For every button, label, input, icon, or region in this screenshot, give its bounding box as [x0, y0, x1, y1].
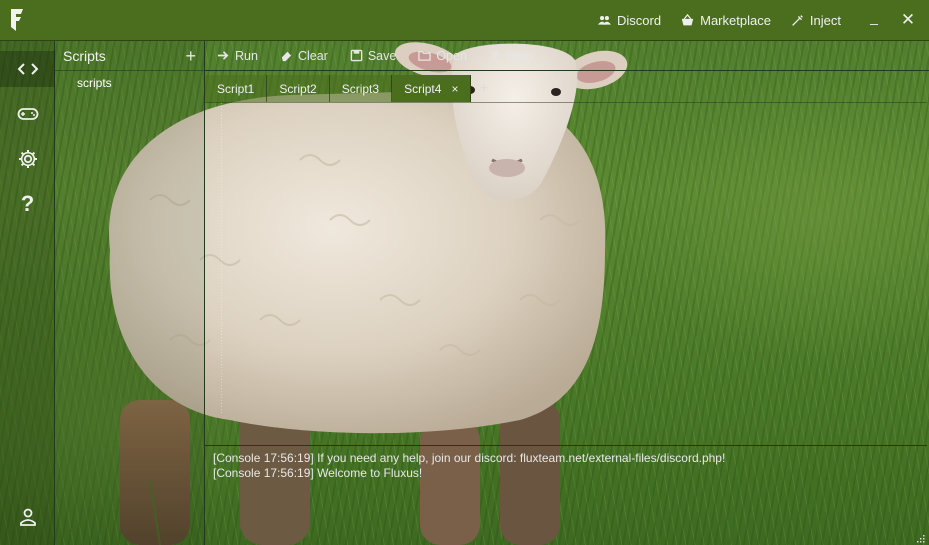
- console-output: [Console 17:56:19] If you need any help,…: [205, 445, 927, 545]
- arrow-right-icon: [217, 51, 229, 60]
- close-tab-icon[interactable]: ×: [451, 82, 458, 96]
- script-tabs: Script1 Script2 Script3 Script4 × +: [205, 75, 497, 102]
- rail-help-button[interactable]: ?: [0, 186, 55, 222]
- title-actions: Discord Marketplace Inject _ ✕: [598, 0, 929, 41]
- floppy-icon: [350, 49, 363, 62]
- rail-game-button[interactable]: [0, 96, 55, 132]
- discord-button[interactable]: Discord: [598, 13, 661, 28]
- question-icon: ?: [20, 191, 35, 216]
- svg-text:?: ?: [493, 51, 498, 62]
- help-icon: ?: [489, 49, 501, 62]
- marketplace-label: Marketplace: [700, 12, 771, 28]
- scripts-folder-item[interactable]: scripts: [55, 71, 204, 90]
- close-button[interactable]: ✕: [895, 7, 921, 33]
- scripts-panel: Scripts + scripts: [55, 41, 205, 545]
- tab-label: Script1: [217, 81, 255, 96]
- open-button[interactable]: Open: [418, 49, 467, 63]
- tab-label: Script3: [341, 81, 380, 96]
- rail-settings-button[interactable]: [0, 141, 55, 177]
- gamepad-icon: [17, 108, 38, 120]
- folder-icon: [418, 51, 432, 61]
- basket-icon: [681, 13, 694, 25]
- close-icon: ✕: [900, 10, 916, 29]
- people-icon: [598, 15, 612, 25]
- code-editor[interactable]: [205, 102, 927, 445]
- syringe-icon: [792, 14, 803, 26]
- fluxus-logo-icon: [2, 0, 32, 41]
- inject-button[interactable]: Inject: [791, 13, 841, 28]
- help-label: Help: [506, 48, 533, 63]
- clear-label: Clear: [297, 48, 328, 63]
- user-icon: [19, 508, 36, 526]
- editor-gutter: [221, 103, 222, 415]
- inject-label: Inject: [809, 12, 841, 28]
- gear-icon: [18, 150, 37, 168]
- tab-label: Script2: [279, 81, 317, 96]
- tab-script4[interactable]: Script4 ×: [392, 75, 472, 102]
- help-button[interactable]: ? Help: [489, 49, 533, 63]
- tab-script2[interactable]: Script2: [267, 75, 330, 102]
- marketplace-button[interactable]: Marketplace: [681, 13, 771, 28]
- rail-editor-button[interactable]: [0, 51, 55, 87]
- code-icon: [17, 63, 38, 75]
- tab-script3[interactable]: Script3: [329, 75, 393, 102]
- editor-toolbar: Run Clear Save Open ? Help: [205, 41, 929, 71]
- tab-script1[interactable]: Script1: [205, 75, 268, 102]
- run-button[interactable]: Run: [217, 49, 258, 63]
- eraser-icon: [281, 51, 292, 62]
- rail-account-button[interactable]: [0, 499, 55, 535]
- title-bar: Discord Marketplace Inject _ ✕: [0, 0, 929, 41]
- scripts-title: Scripts: [63, 47, 106, 64]
- run-label: Run: [235, 48, 258, 63]
- console-line: [Console 17:56:19] If you need any help,…: [213, 451, 726, 465]
- console-line: [Console 17:56:19] Welcome to Fluxus!: [213, 466, 423, 480]
- minimize-icon: _: [870, 9, 878, 25]
- clear-button[interactable]: Clear: [280, 49, 328, 63]
- add-script-button[interactable]: +: [185, 47, 196, 65]
- side-rail: ?: [0, 41, 55, 545]
- minimize-button[interactable]: _: [861, 7, 887, 33]
- add-tab-button[interactable]: +: [471, 75, 496, 102]
- save-label: Save: [367, 48, 397, 63]
- scripts-header: Scripts +: [55, 41, 204, 71]
- save-button[interactable]: Save: [350, 48, 397, 63]
- discord-label: Discord: [617, 12, 662, 28]
- open-label: Open: [436, 48, 467, 63]
- tab-label: Script4: [404, 81, 442, 96]
- resize-grip-icon[interactable]: [915, 533, 925, 543]
